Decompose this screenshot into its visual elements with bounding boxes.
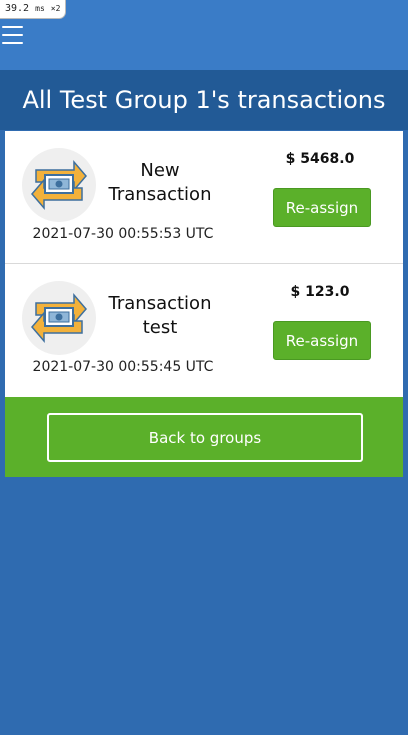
- back-to-groups-button[interactable]: Back to groups: [47, 413, 363, 462]
- perf-unit: ms: [35, 4, 45, 13]
- reassign-button[interactable]: Re-assign: [273, 321, 371, 360]
- transaction-amount: $ 5468.0: [285, 151, 355, 167]
- transactions-card: New Transaction 2021-07-30 00:55:53 UTC …: [5, 131, 403, 477]
- transaction-item: New Transaction 2021-07-30 00:55:53 UTC …: [5, 131, 403, 264]
- transaction-item: Transaction test 2021-07-30 00:55:45 UTC…: [5, 264, 403, 396]
- perf-value: 39.2: [5, 3, 30, 14]
- perf-overlay: 39.2 ms ×2: [0, 0, 67, 19]
- hamburger-icon[interactable]: [2, 26, 23, 45]
- page-title: All Test Group 1's transactions: [22, 86, 386, 114]
- transaction-date: 2021-07-30 00:55:45 UTC: [32, 359, 214, 375]
- transaction-date: 2021-07-30 00:55:53 UTC: [32, 226, 214, 242]
- transaction-name: New Transaction: [108, 160, 212, 205]
- transaction-amount: $ 123.0: [290, 284, 350, 300]
- card-footer: Back to groups: [5, 397, 403, 477]
- page-header: All Test Group 1's transactions: [0, 70, 408, 130]
- money-transfer-icon: [22, 281, 96, 355]
- perf-multiplier: ×2: [50, 4, 61, 13]
- transaction-name: Transaction test: [108, 293, 212, 338]
- reassign-button[interactable]: Re-assign: [273, 188, 371, 227]
- money-transfer-icon: [22, 148, 96, 222]
